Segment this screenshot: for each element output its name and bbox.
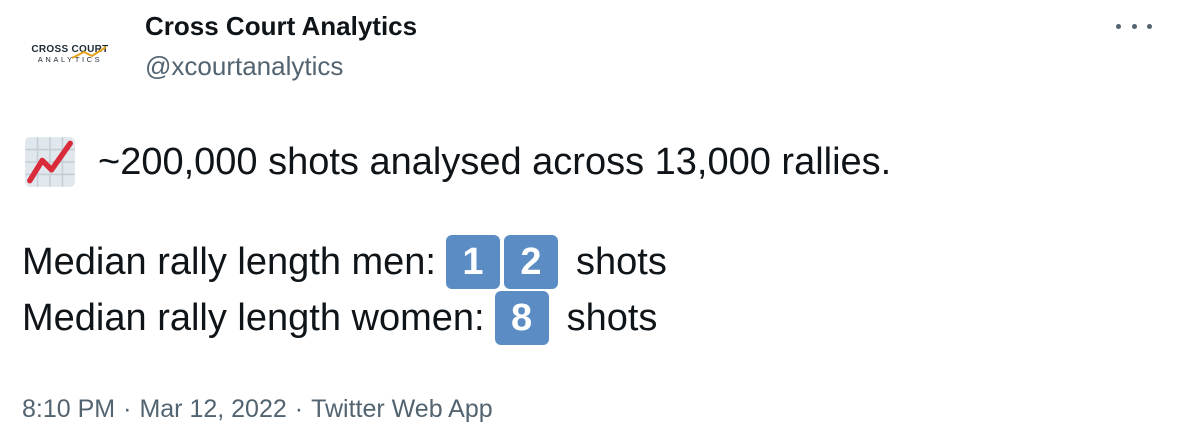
meta-separator: ·	[294, 395, 304, 423]
men-label: Median rally length men:	[22, 241, 436, 283]
tweet-time[interactable]: 8:10 PM	[22, 395, 115, 423]
tweet-line-summary: ~200,000 shots analysed across 13,000 ra…	[22, 134, 891, 190]
summary-text: ~200,000 shots analysed across 13,000 ra…	[98, 141, 892, 183]
tweet-text: ~200,000 shots analysed across 13,000 ra…	[22, 134, 891, 346]
logo-swoosh-icon	[71, 46, 107, 59]
tweet-line-women: Median rally length women: 8 shots	[22, 290, 891, 346]
tweet-line-men: Median rally length men: 1 2 shots	[22, 234, 891, 290]
keycap-digit-two: 2	[504, 235, 558, 289]
women-unit: shots	[566, 297, 658, 339]
more-dot	[1131, 23, 1137, 29]
more-options-button[interactable]	[1116, 16, 1152, 36]
tweet-date[interactable]: Mar 12, 2022	[139, 395, 286, 423]
meta-separator: ·	[123, 395, 132, 423]
men-keycaps: 1 2	[446, 235, 562, 289]
tweet-metadata: 8:10 PM · Mar 12, 2022 · Twitter Web App	[22, 392, 493, 426]
tweet-source-link[interactable]: Twitter Web App	[311, 395, 493, 423]
more-dot	[1147, 23, 1152, 29]
line-break	[22, 190, 891, 234]
tweet-card: CROSS COURT ANALYTICS Cross Court Analyt…	[0, 0, 1180, 446]
women-label: Median rally length women:	[22, 297, 485, 339]
keycap-digit-one: 1	[446, 235, 500, 289]
men-unit: shots	[576, 241, 667, 283]
author-handle[interactable]: @xcourtanalytics	[145, 50, 343, 82]
more-horizontal-icon	[1116, 23, 1121, 29]
avatar[interactable]: CROSS COURT ANALYTICS	[22, 14, 118, 94]
keycap-digit-eight: 8	[494, 291, 549, 345]
author-display-name[interactable]: Cross Court Analytics	[145, 10, 417, 42]
chart-increasing-emoji-icon	[25, 137, 75, 187]
women-keycaps: 8	[494, 291, 553, 345]
